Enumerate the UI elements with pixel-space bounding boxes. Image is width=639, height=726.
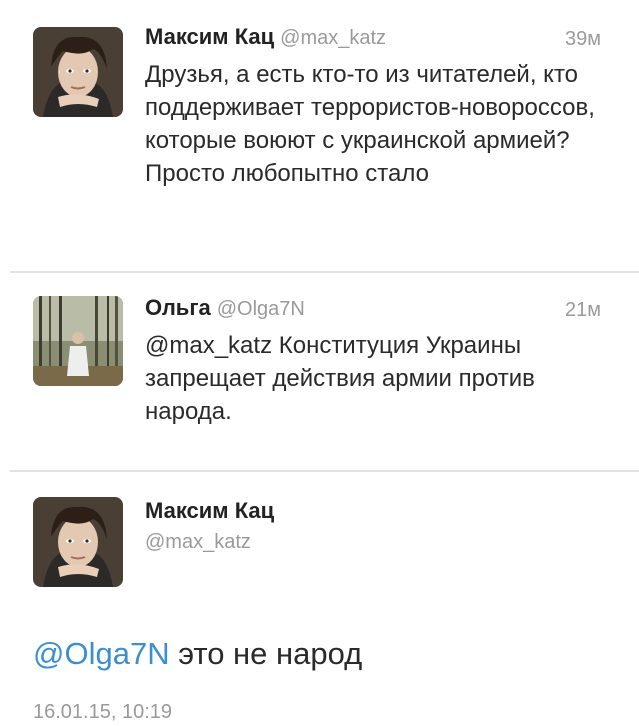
tweet-header: Ольга @Olga7N [145,295,305,321]
author-handle[interactable]: @max_katz [280,27,386,49]
avatar-illustration [33,27,123,117]
avatar-max-katz[interactable] [33,497,123,587]
author-handle[interactable]: @Olga7N [217,298,305,320]
tweet-time: 39м [565,28,601,50]
tweet-timestamp: 16.01.15, 10:19 [33,701,173,723]
avatar-photo [33,296,123,386]
tweet-text: @max_katz Конституция Украины запрещает … [145,332,535,425]
avatar-olga[interactable] [33,296,123,386]
author-name[interactable]: Максим Кац [145,498,274,524]
tweet-olga[interactable]: Ольга @Olga7N 21м @max_katz Конституция У… [0,273,639,470]
tweet-time: 21м [565,299,601,321]
author-handle[interactable]: @max_katz [145,531,251,554]
tweet-detail: Максим Кац @max_katz @Olga7N это не наро… [0,473,639,726]
tweet-text: Друзья, а есть кто-то из читателей, кто … [145,61,595,187]
avatar-illustration [33,497,123,587]
author-name[interactable]: Максим Кац [145,24,274,49]
tweet-header: Максим Кац @max_katz [145,24,386,50]
tweet-text-body: это не народ [169,636,363,671]
avatar-max-katz[interactable] [33,27,123,117]
mention-link[interactable]: @Olga7N [33,636,170,671]
author-name[interactable]: Ольга [145,295,211,320]
divider [10,470,639,472]
tweet-text: @Olga7N это не народ [33,636,362,672]
tweet-max-katz[interactable]: Максим Кац @max_katz 39м Друзья, а есть к… [0,0,639,270]
